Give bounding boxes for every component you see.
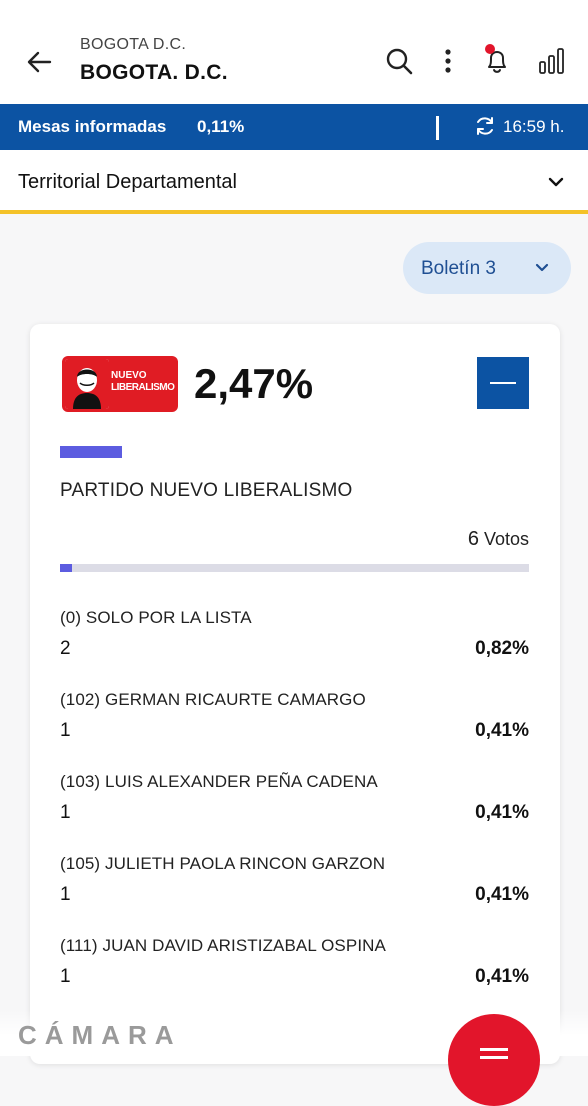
candidate-percent: 0,41% bbox=[475, 966, 529, 987]
candidate-row: (102) GERMAN RICAURTE CAMARGO 1 0,41% bbox=[60, 690, 529, 772]
candidate-percent: 0,41% bbox=[475, 884, 529, 905]
chevron-down-icon bbox=[535, 263, 549, 272]
territory-selector[interactable]: Territorial Departamental bbox=[0, 150, 588, 214]
location-subtitle: BOGOTA D.C. bbox=[80, 36, 187, 53]
candidate-name: (0) SOLO POR LA LISTA bbox=[60, 608, 252, 627]
candidate-votes: 1 bbox=[60, 966, 71, 987]
search-icon[interactable] bbox=[384, 46, 414, 76]
menu-icon-line bbox=[480, 1048, 508, 1051]
candidate-votes: 2 bbox=[60, 638, 71, 659]
collapse-button[interactable] bbox=[477, 357, 529, 409]
party-logo-line2: LIBERALISMO bbox=[111, 382, 175, 393]
bulletin-selector[interactable]: Boletín 3 bbox=[403, 242, 571, 294]
party-votes: 6 Votos bbox=[420, 528, 529, 551]
candidate-row: (105) JULIETH PAOLA RINCON GARZON 1 0,41% bbox=[60, 854, 529, 936]
party-percent: 2,47% bbox=[194, 360, 314, 407]
more-options-icon[interactable] bbox=[433, 46, 463, 76]
candidate-percent: 0,82% bbox=[475, 638, 529, 659]
party-logo: NUEVO LIBERALISMO bbox=[62, 356, 178, 412]
back-arrow-icon[interactable] bbox=[22, 44, 58, 80]
party-progress-fill bbox=[60, 564, 72, 572]
notification-badge bbox=[485, 44, 495, 54]
candidate-name: (103) LUIS ALEXANDER PEÑA CADENA bbox=[60, 772, 378, 791]
party-progress-bar bbox=[60, 564, 529, 572]
bulletin-label: Boletín 3 bbox=[421, 258, 496, 279]
party-votes-label: Votos bbox=[483, 529, 529, 549]
chevron-down-icon bbox=[548, 177, 564, 187]
candidate-percent: 0,41% bbox=[475, 720, 529, 741]
party-name: PARTIDO NUEVO LIBERALISMO bbox=[60, 480, 353, 501]
candidate-percent: 0,41% bbox=[475, 802, 529, 823]
reported-tables-percent: 0,11% bbox=[197, 117, 245, 136]
update-time: 16:59 h. bbox=[503, 117, 565, 136]
candidate-votes: 1 bbox=[60, 802, 71, 823]
page-title: BOGOTA. D.C. bbox=[80, 61, 228, 84]
party-logo-portrait-icon bbox=[65, 359, 109, 409]
candidate-row: (111) JUAN DAVID ARISTIZABAL OSPINA 1 0,41… bbox=[60, 936, 529, 1018]
candidate-row: (0) SOLO POR LA LISTA 2 0,82% bbox=[60, 608, 529, 690]
candidate-votes: 1 bbox=[60, 720, 71, 741]
candidate-name: (102) GERMAN RICAURTE CAMARGO bbox=[60, 690, 366, 709]
reported-tables-label: Mesas informadas bbox=[18, 117, 167, 136]
candidate-row: (103) LUIS ALEXANDER PEÑA CADENA 1 0,41% bbox=[60, 772, 529, 854]
brand-watermark: CÁMARA bbox=[18, 1020, 182, 1050]
menu-icon-line bbox=[480, 1056, 508, 1059]
territory-selected-value: Territorial Departamental bbox=[18, 171, 237, 193]
refresh-icon[interactable] bbox=[474, 115, 496, 137]
candidate-name: (111) JUAN DAVID ARISTIZABAL OSPINA bbox=[60, 936, 386, 955]
menu-fab-button[interactable] bbox=[448, 1014, 540, 1106]
candidate-votes: 1 bbox=[60, 884, 71, 905]
party-color-bar bbox=[60, 446, 122, 458]
reporting-status-bar: Mesas informadas 0,11% 16:59 h. bbox=[0, 104, 588, 150]
party-logo-line1: NUEVO bbox=[111, 370, 147, 381]
minus-icon bbox=[490, 382, 516, 384]
candidate-name: (105) JULIETH PAOLA RINCON GARZON bbox=[60, 854, 386, 873]
party-votes-count: 6 bbox=[467, 528, 479, 550]
stats-bars-icon[interactable] bbox=[537, 46, 567, 76]
status-divider bbox=[436, 116, 439, 140]
